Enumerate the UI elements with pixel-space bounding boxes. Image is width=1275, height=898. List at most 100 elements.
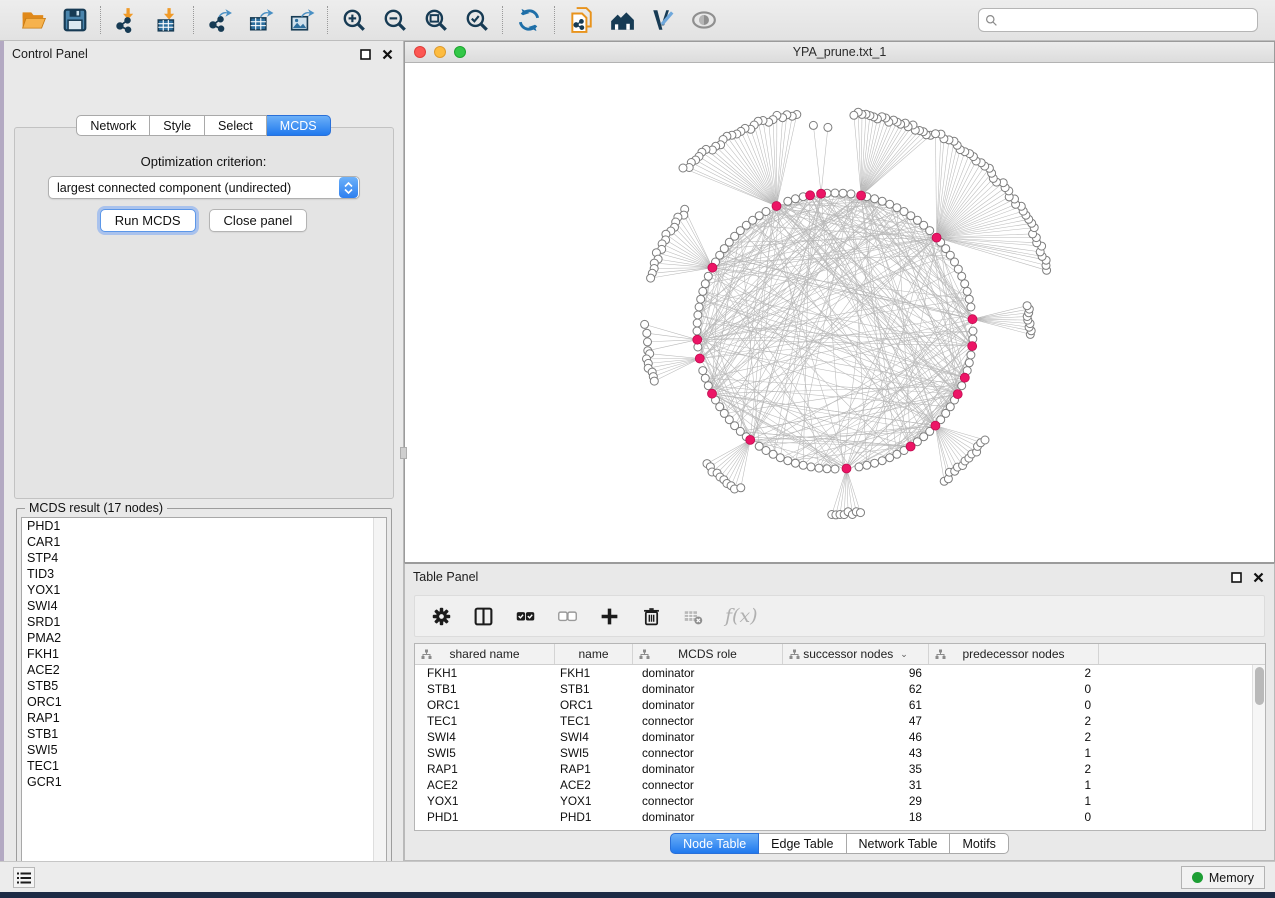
memory-button[interactable]: Memory <box>1181 866 1265 889</box>
table-row[interactable]: TEC1TEC1connector472 <box>415 713 1265 729</box>
column-header-name[interactable]: name <box>555 644 633 664</box>
tab-mcds[interactable]: MCDS <box>267 115 331 136</box>
memory-label: Memory <box>1209 871 1254 885</box>
table-row[interactable]: ORC1ORC1dominator610 <box>415 697 1265 713</box>
table-panel: Table Panel f(x) sh <box>404 563 1275 861</box>
mcds-result-item[interactable]: TID3 <box>22 566 386 582</box>
column-header-mcds-role[interactable]: MCDS role <box>633 644 783 664</box>
close-panel-button[interactable]: Close panel <box>209 209 308 232</box>
show-graphics-details-icon[interactable] <box>649 7 676 34</box>
mcds-result-item[interactable]: STP4 <box>22 550 386 566</box>
memory-status-icon <box>1192 872 1203 883</box>
tab-network[interactable]: Network <box>76 115 150 136</box>
first-neighbors-icon[interactable] <box>608 7 635 34</box>
mcds-result-fieldset: MCDS result (17 nodes) PHD1CAR1STP4TID3Y… <box>16 508 392 881</box>
column-header-successor-nodes[interactable]: successor nodes ⌄ <box>783 644 929 664</box>
network-window-titlebar[interactable]: YPA_prune.txt_1 <box>405 42 1274 63</box>
mcds-result-title: MCDS result (17 nodes) <box>25 501 167 515</box>
mcds-result-item[interactable]: ORC1 <box>22 694 386 710</box>
open-session-icon[interactable] <box>20 7 47 34</box>
search-field[interactable] <box>978 8 1258 32</box>
network-graph <box>405 63 1274 562</box>
task-history-button[interactable] <box>13 867 35 888</box>
mcds-result-item[interactable]: PHD1 <box>22 518 386 534</box>
export-network-document-icon[interactable] <box>567 7 594 34</box>
zoom-selected-icon[interactable] <box>463 7 490 34</box>
criterion-select[interactable]: largest connected component (undirected) <box>48 176 360 199</box>
mcds-result-item[interactable]: YOX1 <box>22 582 386 598</box>
export-network-icon[interactable] <box>206 7 233 34</box>
network-column-icon <box>639 649 650 660</box>
network-column-icon <box>789 649 800 660</box>
unselect-all-rows-icon[interactable] <box>557 606 578 627</box>
delete-table-icon <box>683 606 704 627</box>
mcds-result-list[interactable]: PHD1CAR1STP4TID3YOX1SWI4SRD1PMA2FKH1ACE2… <box>21 517 387 876</box>
mcds-result-item[interactable]: TEC1 <box>22 758 386 774</box>
zoom-in-icon[interactable] <box>340 7 367 34</box>
mcds-list-scrollbar[interactable] <box>373 518 386 875</box>
mcds-result-item[interactable]: RAP1 <box>22 710 386 726</box>
float-table-panel-icon[interactable] <box>1228 569 1244 585</box>
import-table-icon[interactable] <box>154 7 181 34</box>
select-stepper-icon <box>339 177 358 198</box>
close-panel-icon[interactable] <box>379 46 395 62</box>
control-panel-tabs: Network Style Select MCDS <box>4 115 403 136</box>
tab-network-table[interactable]: Network Table <box>847 833 951 854</box>
apply-layout-icon[interactable] <box>515 7 542 34</box>
hide-selected-icon[interactable] <box>690 7 717 34</box>
column-header-predecessor-nodes[interactable]: predecessor nodes <box>929 644 1099 664</box>
table-panel-title: Table Panel <box>413 570 478 584</box>
delete-column-icon[interactable] <box>641 606 662 627</box>
mcds-result-item[interactable]: STB1 <box>22 726 386 742</box>
column-settings-icon[interactable] <box>431 606 452 627</box>
search-icon <box>985 14 998 27</box>
table-row[interactable]: STB1STB1dominator620 <box>415 681 1265 697</box>
mcds-result-item[interactable]: FKH1 <box>22 646 386 662</box>
mcds-result-item[interactable]: SWI5 <box>22 742 386 758</box>
mcds-result-item[interactable]: GCR1 <box>22 774 386 790</box>
table-row[interactable]: RAP1RAP1dominator352 <box>415 761 1265 777</box>
export-table-icon[interactable] <box>247 7 274 34</box>
mcds-result-item[interactable]: SRD1 <box>22 614 386 630</box>
mcds-result-item[interactable]: ACE2 <box>22 662 386 678</box>
select-all-rows-icon[interactable] <box>515 606 536 627</box>
import-network-icon[interactable] <box>113 7 140 34</box>
close-table-panel-icon[interactable] <box>1250 569 1266 585</box>
tab-select[interactable]: Select <box>205 115 267 136</box>
network-column-icon <box>935 649 946 660</box>
add-column-icon[interactable] <box>599 606 620 627</box>
table-row[interactable]: PHD1PHD1dominator180 <box>415 809 1265 825</box>
table-scrollbar-thumb[interactable] <box>1255 667 1264 705</box>
table-scrollbar[interactable] <box>1252 665 1265 830</box>
table-row[interactable]: SWI4SWI4dominator462 <box>415 729 1265 745</box>
network-canvas[interactable] <box>405 63 1274 562</box>
tab-style[interactable]: Style <box>150 115 205 136</box>
export-image-icon[interactable] <box>288 7 315 34</box>
mcds-result-item[interactable]: STB5 <box>22 678 386 694</box>
network-window-title: YPA_prune.txt_1 <box>405 45 1274 59</box>
tab-edge-table[interactable]: Edge Table <box>759 833 846 854</box>
optimization-criterion-label: Optimization criterion: <box>4 154 403 169</box>
function-builder-icon: f(x) <box>725 605 758 627</box>
show-column-icon[interactable] <box>473 606 494 627</box>
mcds-result-item[interactable]: SWI4 <box>22 598 386 614</box>
tab-motifs[interactable]: Motifs <box>950 833 1008 854</box>
table-toolbar: f(x) <box>414 595 1265 637</box>
zoom-out-icon[interactable] <box>381 7 408 34</box>
splitter-handle[interactable] <box>400 447 407 459</box>
table-row[interactable]: FKH1FKH1dominator962 <box>415 665 1265 681</box>
column-header-shared-name[interactable]: shared name <box>415 644 555 664</box>
run-mcds-button[interactable]: Run MCDS <box>100 209 196 232</box>
search-input[interactable] <box>1003 13 1251 27</box>
zoom-fit-icon[interactable] <box>422 7 449 34</box>
tab-node-table[interactable]: Node Table <box>670 833 759 854</box>
table-row[interactable]: ACE2ACE2connector311 <box>415 777 1265 793</box>
table-row[interactable]: YOX1YOX1connector291 <box>415 793 1265 809</box>
save-session-icon[interactable] <box>61 7 88 34</box>
mcds-result-item[interactable]: CAR1 <box>22 534 386 550</box>
float-panel-icon[interactable] <box>357 46 373 62</box>
mcds-result-item[interactable]: PMA2 <box>22 630 386 646</box>
table-row[interactable]: SWI5SWI5connector431 <box>415 745 1265 761</box>
node-table: shared name name MCDS role successor nod… <box>414 643 1266 831</box>
network-view-window: YPA_prune.txt_1 <box>404 41 1275 563</box>
